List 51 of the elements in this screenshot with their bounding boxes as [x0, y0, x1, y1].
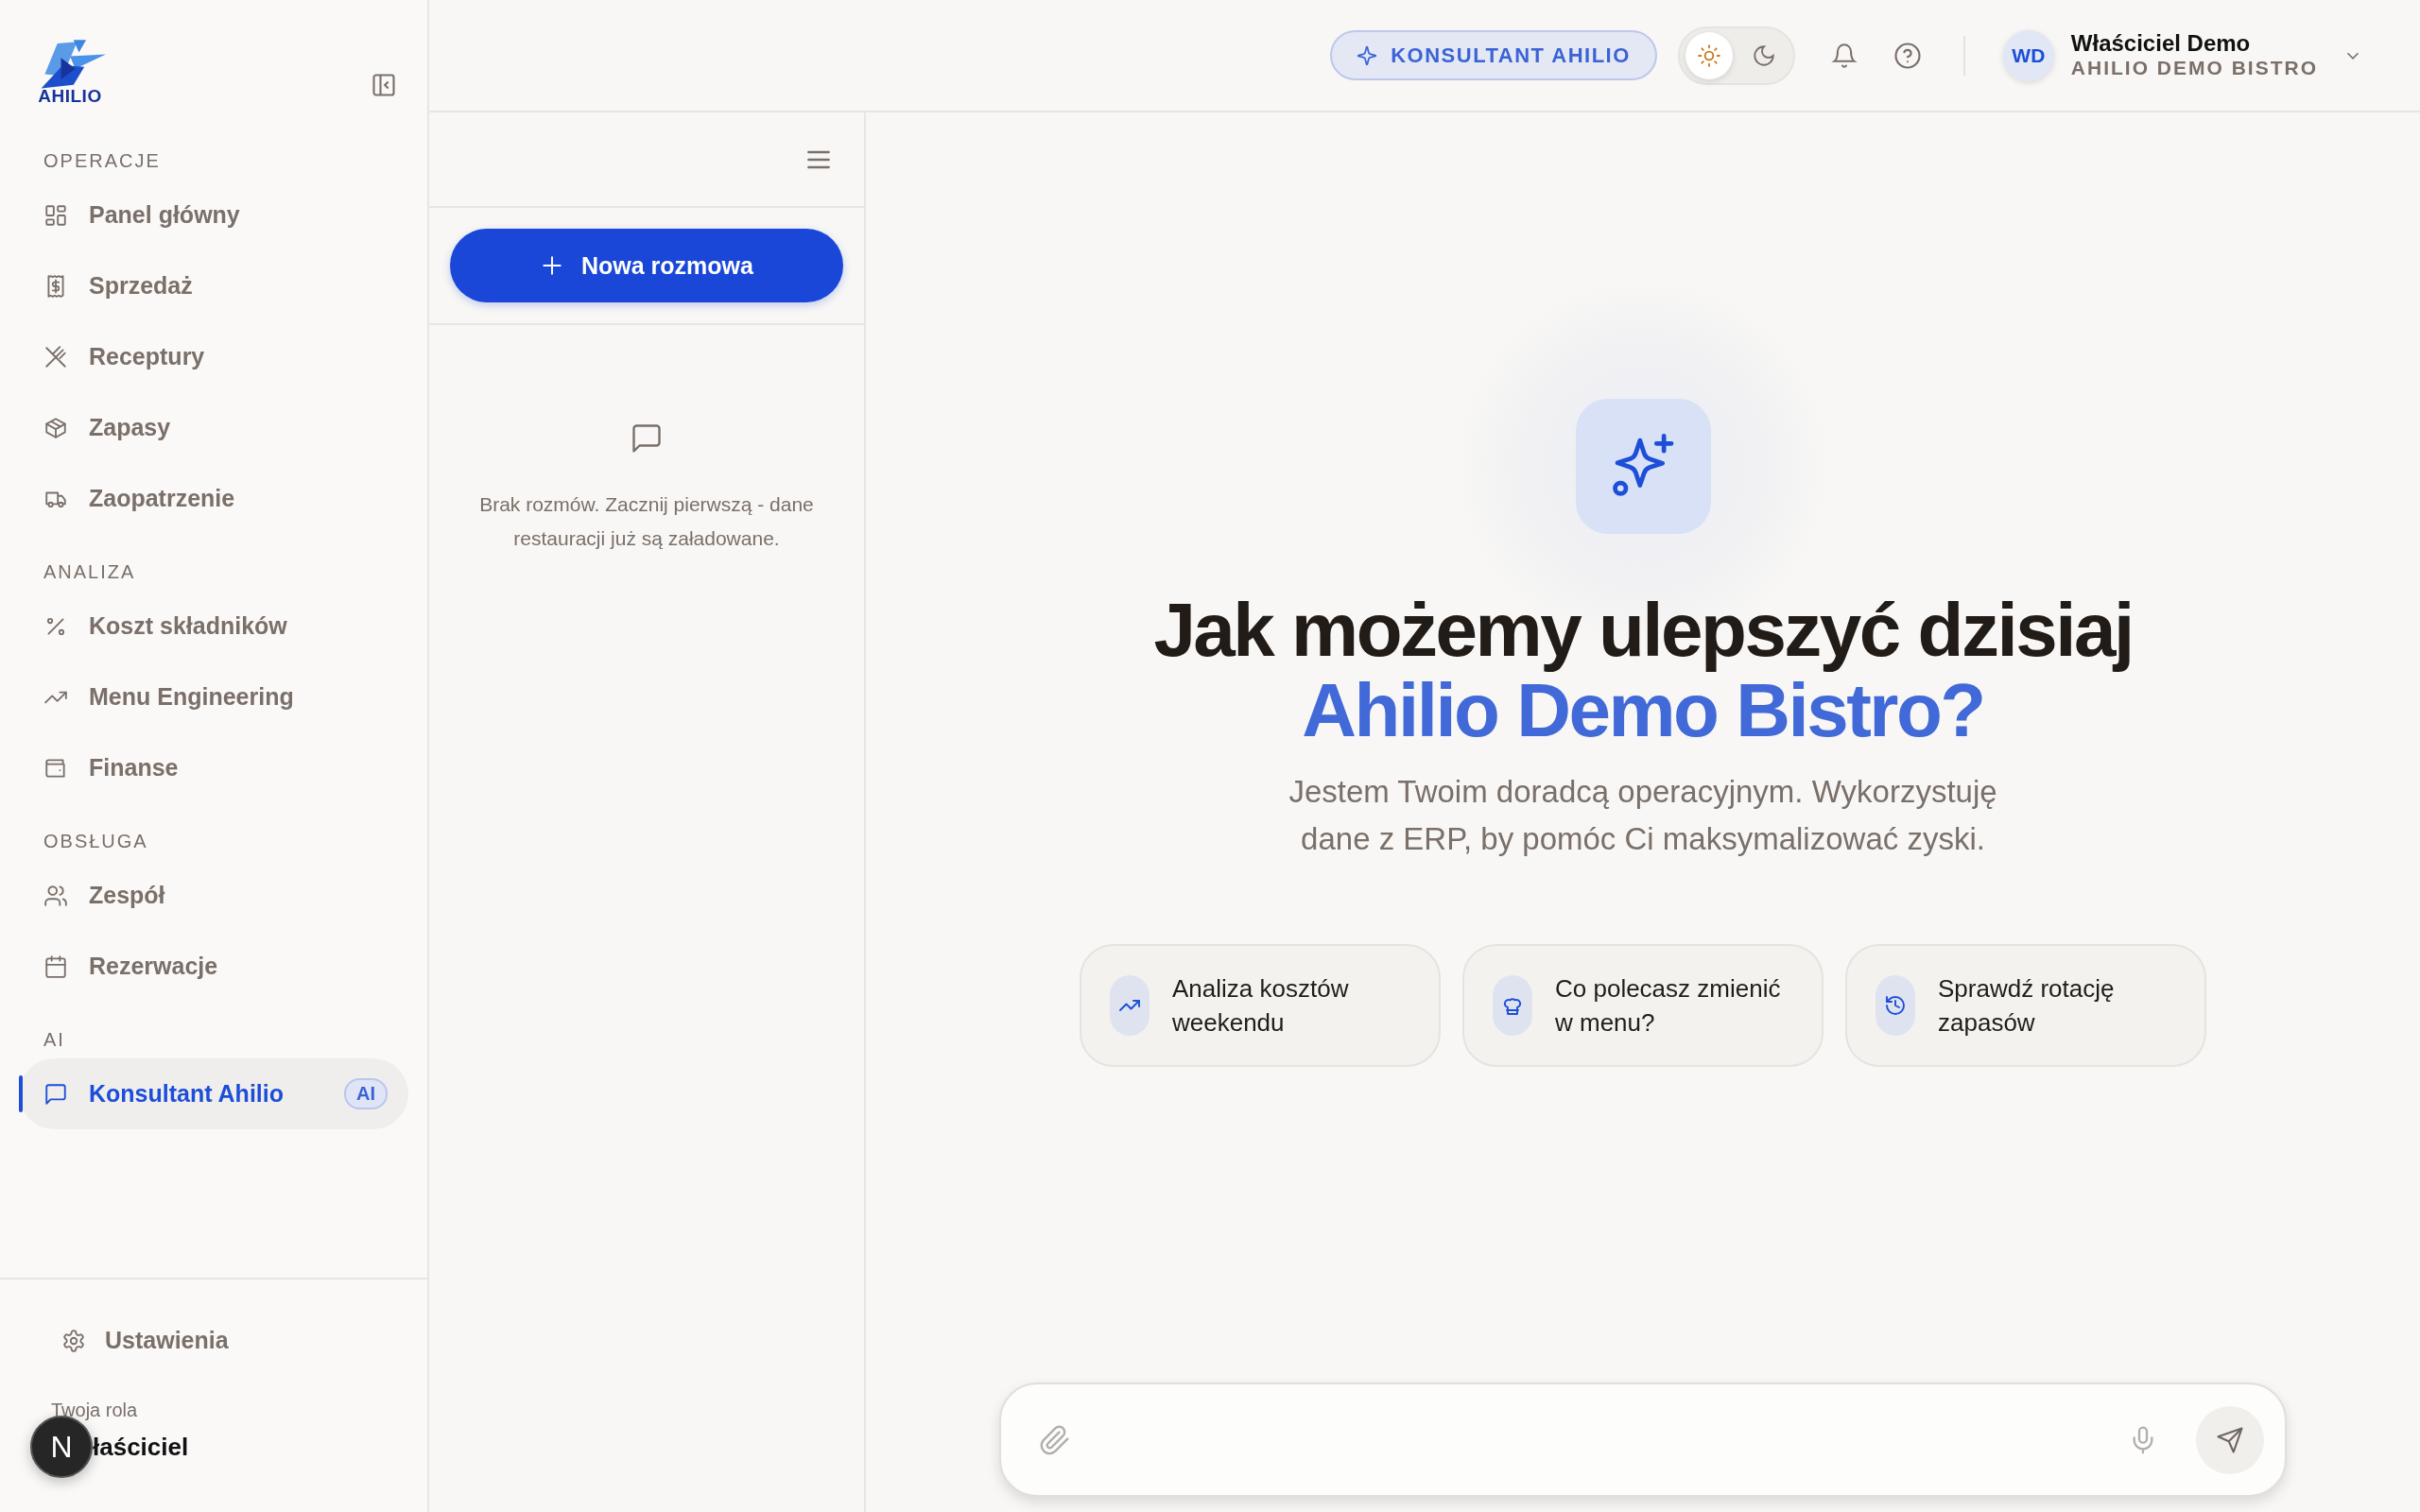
box-icon: [43, 415, 68, 440]
hero-title: Jak możemy ulepszyć dzisiaj: [1153, 590, 2133, 670]
section-title: ANALIZA: [43, 560, 137, 584]
help-icon[interactable]: [1893, 41, 1922, 70]
nav-item[interactable]: Menu Engineering: [19, 662, 408, 732]
moon-icon: [1751, 43, 1776, 68]
paperclip-icon[interactable]: [1039, 1423, 1071, 1456]
calendar-icon: [43, 954, 68, 979]
users-icon: [43, 883, 68, 908]
collapse-sidebar-icon[interactable]: [371, 72, 397, 98]
grid-icon: [43, 202, 68, 228]
nav-item[interactable]: Konsultant Ahilio AI: [19, 1058, 408, 1129]
empty-state-text: Brak rozmów. Zacznij pierwszą - dane restauracji już są załadowane.: [478, 492, 815, 551]
nav-item[interactable]: Panel główny: [19, 180, 408, 250]
history-icon: [1884, 994, 1907, 1017]
nav-item[interactable]: Zaopatrzenie: [19, 463, 408, 534]
nav-item[interactable]: Finanse: [19, 732, 408, 803]
nav-item[interactable]: Zapasy: [19, 392, 408, 463]
user-name: Właściciel Demo: [2070, 30, 2252, 56]
settings-link[interactable]: Ustawienia: [61, 1327, 427, 1354]
notification-bell-icon[interactable]: [1830, 42, 1858, 69]
restaurant-name: AHILIO DEMO BISTRO: [2070, 55, 2318, 80]
consultant-button[interactable]: KONSULTANT AHILIO: [1330, 30, 1657, 80]
nav-item[interactable]: Receptury: [19, 321, 408, 392]
role-value: łaściciel: [93, 1432, 189, 1462]
logo[interactable]: AHILIO: [34, 38, 106, 106]
new-conversation-button[interactable]: Nowa rozmowa: [450, 229, 843, 302]
send-icon: [2216, 1425, 2244, 1454]
nav-item[interactable]: Koszt składników: [19, 591, 408, 662]
hero-subtitle: Jestem Twoim doradcą operacyjnym. Wykorzystuję dane z ERP, by pomóc Ci maksymalizować zyski.: [1288, 773, 1998, 858]
utensils-icon: [43, 344, 68, 369]
settings-icon: [61, 1328, 86, 1353]
suggestion-card[interactable]: Sprawdź rotację zapasów: [1845, 944, 2206, 1067]
sparkle-icon: [1575, 398, 1711, 534]
nav-item[interactable]: Zespół: [19, 860, 408, 931]
nav-item[interactable]: Rezerwacje: [19, 931, 408, 1002]
theme-option[interactable]: [1685, 31, 1733, 79]
message-input[interactable]: [999, 1383, 2287, 1497]
section-title: OPERACJE: [43, 149, 162, 173]
ai-badge: AI: [344, 1078, 388, 1109]
section-title: AI: [43, 1028, 66, 1052]
section-title: OBSŁUGA: [43, 830, 149, 853]
sparkle-icon: [1357, 44, 1378, 66]
suggestion-card[interactable]: Co polecasz zmienić w menu?: [1462, 944, 1824, 1067]
suggestion-card[interactable]: Analiza kosztów weekendu: [1080, 944, 1441, 1067]
nav-item[interactable]: Sprzedaż: [19, 250, 408, 321]
user-avatar: WD: [2002, 29, 2054, 81]
sun-icon: [1696, 43, 1721, 68]
chat-icon: [43, 1081, 68, 1107]
chat-icon: [630, 421, 664, 455]
user-menu[interactable]: WD Właściciel Demo AHILIO DEMO BISTRO: [2002, 29, 2363, 81]
